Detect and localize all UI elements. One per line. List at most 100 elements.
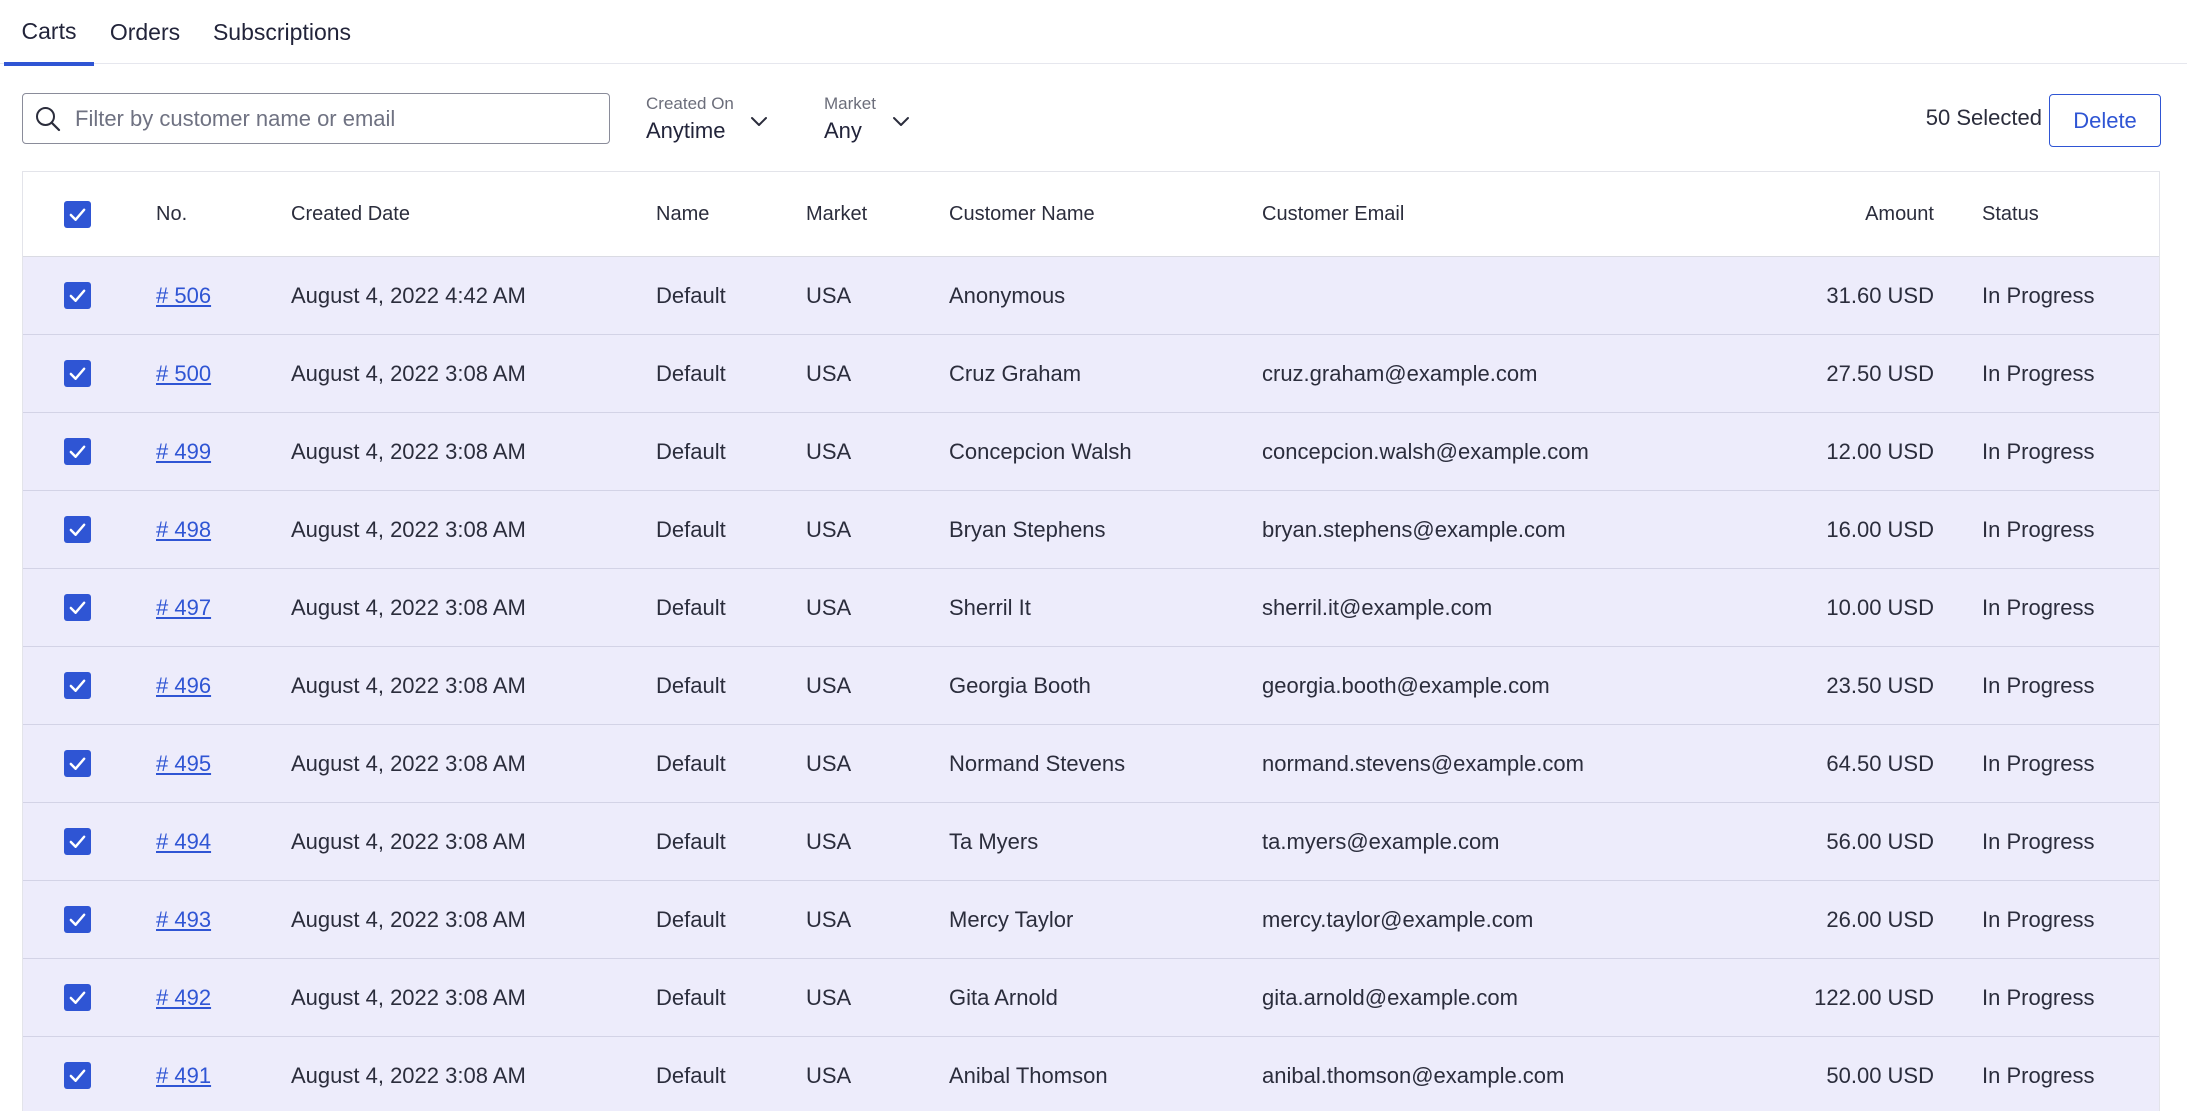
row-select-cell xyxy=(64,881,91,958)
customer-email: gita.arnold@example.com xyxy=(1262,984,1518,1010)
checkmark-icon xyxy=(69,679,86,692)
table-row[interactable]: # 494 August 4, 2022 3:08 AM Default USA… xyxy=(23,803,2159,881)
checkmark-icon xyxy=(69,913,86,926)
row-select-cell xyxy=(64,491,91,568)
status: In Progress xyxy=(1982,1062,2095,1088)
select-all-checkbox[interactable] xyxy=(64,200,91,228)
table-row[interactable]: # 497 August 4, 2022 3:08 AM Default USA… xyxy=(23,569,2159,647)
row-select-cell xyxy=(64,413,91,490)
table-row[interactable]: # 492 August 4, 2022 3:08 AM Default USA… xyxy=(23,959,2159,1037)
col-header-market[interactable]: Market xyxy=(806,172,867,256)
table-row[interactable]: # 491 August 4, 2022 3:08 AM Default USA… xyxy=(23,1037,2159,1111)
customer-name: Sherril It xyxy=(949,594,1031,620)
col-header-no[interactable]: No. xyxy=(156,172,187,256)
row-checkbox[interactable] xyxy=(64,438,91,465)
cart-name: Default xyxy=(656,984,726,1010)
market-filter[interactable]: Market Any xyxy=(824,94,919,146)
cart-name: Default xyxy=(656,750,726,776)
row-select-cell xyxy=(64,725,91,802)
table-body: # 506 August 4, 2022 4:42 AM Default USA… xyxy=(23,257,2159,1111)
created-on-filter[interactable]: Created On Anytime xyxy=(646,94,776,146)
table-row[interactable]: # 496 August 4, 2022 3:08 AM Default USA… xyxy=(23,647,2159,725)
search-input[interactable] xyxy=(75,105,595,132)
customer-email: bryan.stephens@example.com xyxy=(1262,516,1566,542)
status: In Progress xyxy=(1982,906,2095,932)
status: In Progress xyxy=(1982,594,2095,620)
cart-name: Default xyxy=(656,906,726,932)
tab-orders[interactable]: Orders xyxy=(104,0,186,64)
status: In Progress xyxy=(1982,984,2095,1010)
search-box[interactable] xyxy=(22,93,610,144)
customer-email: anibal.thomson@example.com xyxy=(1262,1062,1565,1088)
cart-number-link[interactable]: # 491 xyxy=(156,1063,211,1089)
tab-carts[interactable]: Carts xyxy=(4,0,94,66)
market: USA xyxy=(806,906,852,932)
customer-name: Cruz Graham xyxy=(949,360,1082,386)
delete-button[interactable]: Delete xyxy=(2049,94,2161,147)
col-header-customer-name[interactable]: Customer Name xyxy=(949,172,1095,256)
cart-number-link[interactable]: # 500 xyxy=(156,361,211,387)
table-row[interactable]: # 495 August 4, 2022 3:08 AM Default USA… xyxy=(23,725,2159,803)
customer-name: Georgia Booth xyxy=(949,672,1091,698)
row-checkbox[interactable] xyxy=(64,828,91,855)
cart-number-link[interactable]: # 494 xyxy=(156,829,211,855)
cart-number-link[interactable]: # 497 xyxy=(156,595,211,621)
carts-table: No. Created Date Name Market Customer Na… xyxy=(22,171,2160,1111)
table-row[interactable]: # 499 August 4, 2022 3:08 AM Default USA… xyxy=(23,413,2159,491)
cart-number-link[interactable]: # 506 xyxy=(156,283,211,309)
market: USA xyxy=(806,360,852,386)
status: In Progress xyxy=(1982,516,2095,542)
cart-name: Default xyxy=(656,672,726,698)
table-row[interactable]: # 493 August 4, 2022 3:08 AM Default USA… xyxy=(23,881,2159,959)
col-header-created-date[interactable]: Created Date xyxy=(291,172,410,256)
customer-name: Concepcion Walsh xyxy=(949,438,1132,464)
status: In Progress xyxy=(1982,282,2095,308)
row-checkbox[interactable] xyxy=(64,672,91,699)
created-date: August 4, 2022 3:08 AM xyxy=(291,750,526,776)
table-row[interactable]: # 498 August 4, 2022 3:08 AM Default USA… xyxy=(23,491,2159,569)
table-row[interactable]: # 500 August 4, 2022 3:08 AM Default USA… xyxy=(23,335,2159,413)
market: USA xyxy=(806,438,852,464)
cart-number-link[interactable]: # 496 xyxy=(156,673,211,699)
col-header-status[interactable]: Status xyxy=(1982,172,2039,256)
created-date: August 4, 2022 4:42 AM xyxy=(291,282,526,308)
market: USA xyxy=(806,282,852,308)
customer-name: Normand Stevens xyxy=(949,750,1126,776)
col-header-customer-email[interactable]: Customer Email xyxy=(1262,172,1404,256)
created-date: August 4, 2022 3:08 AM xyxy=(291,828,526,854)
row-select-cell xyxy=(64,959,91,1036)
customer-name: Bryan Stephens xyxy=(949,516,1106,542)
table-row[interactable]: # 506 August 4, 2022 4:42 AM Default USA… xyxy=(23,257,2159,335)
amount: 122.00 USD xyxy=(1814,984,1934,1010)
cart-number-link[interactable]: # 499 xyxy=(156,439,211,465)
created-date: August 4, 2022 3:08 AM xyxy=(291,516,526,542)
checkmark-icon xyxy=(69,1069,86,1082)
row-checkbox[interactable] xyxy=(64,750,91,777)
market: USA xyxy=(806,516,852,542)
col-header-amount[interactable]: Amount xyxy=(1723,172,1934,256)
status: In Progress xyxy=(1982,828,2095,854)
amount: 10.00 USD xyxy=(1826,594,1934,620)
amount: 56.00 USD xyxy=(1826,828,1934,854)
cart-number-link[interactable]: # 498 xyxy=(156,517,211,543)
checkmark-icon xyxy=(69,445,86,458)
row-select-cell xyxy=(64,257,91,334)
search-icon xyxy=(33,104,63,134)
chevron-down-icon xyxy=(893,117,909,126)
cart-name: Default xyxy=(656,516,726,542)
row-checkbox[interactable] xyxy=(64,282,91,309)
cart-number-link[interactable]: # 492 xyxy=(156,985,211,1011)
cart-number-link[interactable]: # 493 xyxy=(156,907,211,933)
row-checkbox[interactable] xyxy=(64,906,91,933)
cart-number-link[interactable]: # 495 xyxy=(156,751,211,777)
row-checkbox[interactable] xyxy=(64,1062,91,1089)
tab-subscriptions[interactable]: Subscriptions xyxy=(206,0,358,64)
row-checkbox[interactable] xyxy=(64,594,91,621)
row-select-cell xyxy=(64,1037,91,1111)
status: In Progress xyxy=(1982,438,2095,464)
row-checkbox[interactable] xyxy=(64,516,91,543)
row-select-cell xyxy=(64,335,91,412)
col-header-name[interactable]: Name xyxy=(656,172,709,256)
row-checkbox[interactable] xyxy=(64,360,91,387)
row-checkbox[interactable] xyxy=(64,984,91,1011)
